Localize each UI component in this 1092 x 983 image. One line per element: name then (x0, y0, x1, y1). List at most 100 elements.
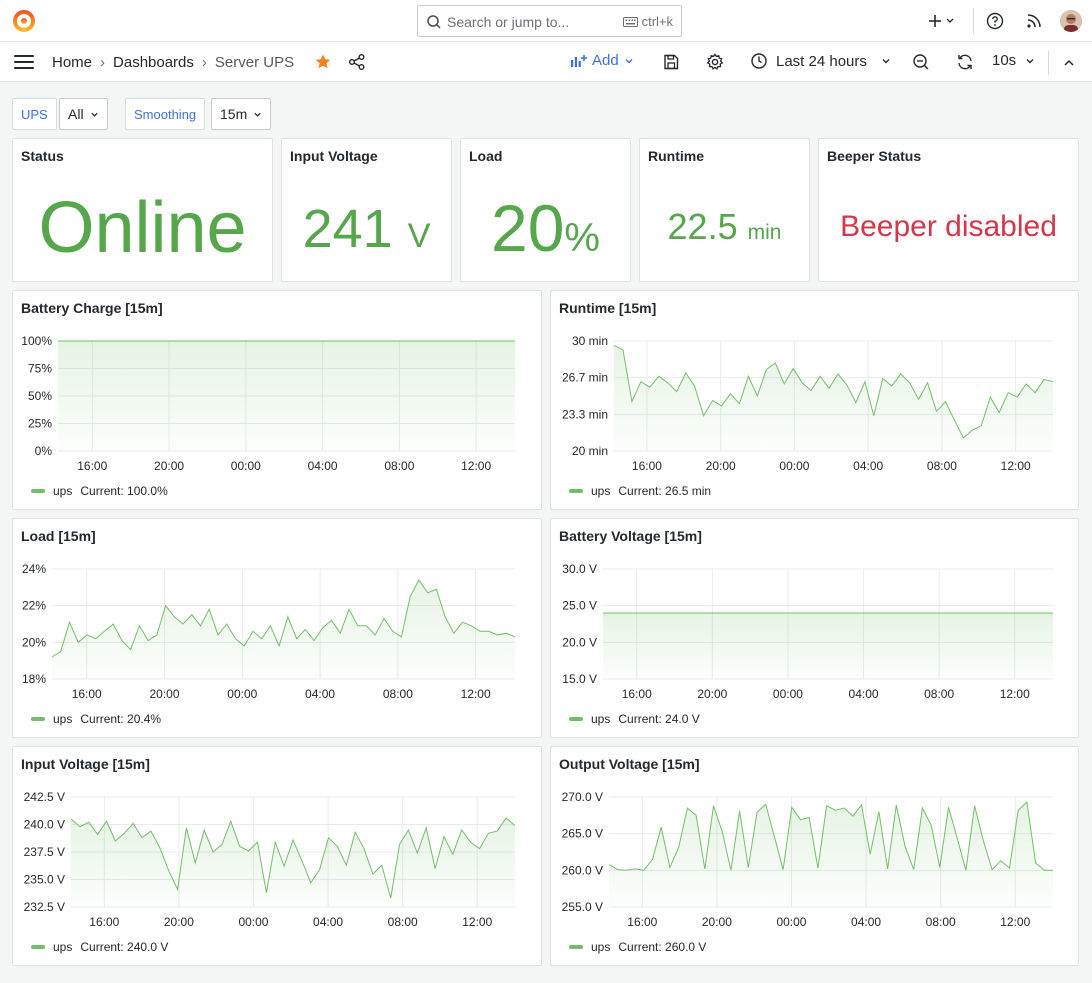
x-tick-label: 00:00 (227, 687, 257, 701)
chevron-down-icon (625, 58, 633, 63)
x-tick-label: 16:00 (89, 915, 119, 929)
ups-variable-value: All (68, 106, 84, 122)
x-tick-label: 20:00 (697, 687, 727, 701)
time-range-picker[interactable]: Last 24 hours (750, 52, 891, 70)
x-tick-label: 12:00 (461, 459, 491, 473)
y-tick-label: 20.0 V (562, 635, 597, 649)
settings-button[interactable] (706, 53, 724, 71)
legend-series-name: ups (591, 712, 611, 726)
output-voltage-panel[interactable]: Output Voltage [15m] 270.0 V 265.0 V 260.0… (550, 746, 1079, 966)
x-tick-label: 16:00 (77, 459, 107, 473)
grafana-logo-icon[interactable] (12, 9, 36, 33)
load-panel[interactable]: Load [15m] 24% 22% 20% 18% 16:00 20:00 00:00 04… (12, 518, 542, 738)
ups-variable-select[interactable]: All (59, 98, 108, 130)
input-voltage-value: 241 (302, 199, 393, 259)
y-tick-label: 255.0 V (562, 900, 603, 914)
share-button[interactable] (348, 53, 366, 71)
x-tick-label: 04:00 (851, 915, 881, 929)
collapse-button[interactable] (1062, 56, 1076, 70)
x-tick-label: 12:00 (1000, 687, 1030, 701)
search-input[interactable]: Search or jump to... ctrl+k (417, 5, 682, 37)
breadcrumb: Home › Dashboards › Server UPS (52, 54, 294, 71)
y-tick-label: 0% (35, 444, 53, 458)
x-tick-label: 04:00 (849, 687, 879, 701)
shortcut-text: ctrl+k (641, 14, 673, 29)
search-placeholder: Search or jump to... (447, 14, 570, 30)
x-tick-label: 04:00 (308, 459, 338, 473)
chart-legend[interactable]: ups Current: 24.0 V (569, 712, 700, 726)
chevron-down-icon (254, 112, 261, 117)
legend-series-name: ups (591, 484, 611, 498)
zoom-out-icon (913, 54, 929, 70)
add-label: Add (592, 52, 619, 69)
battery-charge-panel[interactable]: Battery Charge [15m] 100% 75% 50% 25% 0% 16:0… (12, 290, 542, 510)
menu-toggle-icon[interactable] (14, 55, 34, 69)
x-tick-label: 20:00 (706, 459, 736, 473)
beeper-status-panel[interactable]: Beeper Status Beeper disabled (818, 138, 1079, 282)
legend-series-name: ups (53, 940, 73, 954)
chart-legend[interactable]: ups Current: 240.0 V (31, 940, 168, 954)
news-button[interactable] (1024, 11, 1044, 31)
y-tick-label: 24% (22, 562, 46, 576)
chart-legend[interactable]: ups Current: 260.0 V (569, 940, 706, 954)
legend-current-value: Current: 240.0 V (80, 940, 169, 954)
chart-legend[interactable]: ups Current: 20.4% (31, 712, 161, 726)
add-panel-icon (571, 54, 587, 67)
topbar-divider (973, 8, 974, 34)
help-button[interactable] (985, 11, 1005, 31)
save-button[interactable] (662, 53, 680, 71)
load-stat-panel[interactable]: Load 20% (460, 138, 631, 282)
runtime-panel[interactable]: Runtime [15m] 30 min 26.7 min 23.3 min 20 m… (550, 290, 1079, 510)
chart-legend[interactable]: ups Current: 26.5 min (569, 484, 711, 498)
help-icon (986, 12, 1004, 30)
load-value: 20 (491, 191, 565, 265)
legend-swatch (569, 945, 583, 949)
battery-voltage-panel[interactable]: Battery Voltage [15m] 30.0 V 25.0 V 20.0 V… (550, 518, 1079, 738)
zoom-out-button[interactable] (912, 53, 930, 71)
avatar[interactable] (1060, 10, 1082, 32)
battery-voltage-chart: 30.0 V 25.0 V 20.0 V 15.0 V 16:00 20:00 00:00 0… (562, 562, 1053, 701)
refresh-button[interactable] (956, 53, 974, 71)
breadcrumb-home[interactable]: Home (52, 54, 92, 71)
keyboard-icon (622, 16, 638, 27)
panel-title: Input Voltage [15m] (21, 756, 150, 772)
panel-title: Runtime [15m] (559, 300, 657, 316)
y-tick-label: 260.0 V (562, 863, 603, 877)
legend-current-value: Current: 20.4% (80, 712, 162, 726)
refresh-interval-label: 10s (992, 52, 1017, 69)
y-tick-label: 15.0 V (562, 672, 597, 686)
dashboard-nav-bar: Home › Dashboards › Server UPS Add Last … (0, 42, 1092, 82)
add-button[interactable]: Add (570, 52, 634, 69)
status-value: Online (38, 188, 247, 268)
chevron-down-icon (90, 112, 98, 117)
input-voltage-stat-panel[interactable]: Input Voltage 241 V (281, 138, 452, 282)
breadcrumb-dashboards[interactable]: Dashboards (113, 54, 194, 71)
y-tick-label: 75% (28, 362, 52, 376)
chevron-right-icon: › (201, 54, 207, 71)
y-tick-label: 20 min (572, 444, 608, 458)
input-voltage-panel[interactable]: Input Voltage [15m] 242.5 V 240.0 V 237.5 … (12, 746, 542, 966)
refresh-interval-picker[interactable]: 10s (992, 52, 1035, 69)
input-voltage-chart: 242.5 V 240.0 V 237.5 V 235.0 V 232.5 V 16:00… (24, 790, 516, 929)
star-icon (315, 54, 331, 69)
search-shortcut: ctrl+k (622, 14, 673, 29)
status-panel[interactable]: Status Online (12, 138, 273, 282)
input-voltage-unit: V (407, 217, 431, 255)
x-tick-label: 16:00 (627, 915, 657, 929)
y-tick-label: 18% (22, 672, 46, 686)
smoothing-variable-select[interactable]: 15m (211, 98, 272, 130)
y-tick-label: 242.5 V (24, 790, 65, 804)
panel-title: Battery Voltage [15m] (559, 528, 702, 544)
runtime-stat-panel[interactable]: Runtime 22.5 min (639, 138, 810, 282)
new-menu-button[interactable] (926, 11, 958, 31)
save-icon (664, 54, 679, 70)
refresh-icon (958, 54, 972, 70)
star-button[interactable] (314, 53, 332, 71)
x-tick-label: 12:00 (461, 687, 491, 701)
legend-swatch (31, 945, 45, 949)
top-bar: Search or jump to... ctrl+k (0, 0, 1092, 42)
y-tick-label: 100% (21, 334, 52, 348)
x-tick-label: 16:00 (622, 687, 652, 701)
panel-title: Beeper Status (827, 148, 922, 164)
chart-legend[interactable]: ups Current: 100.0% (31, 484, 168, 498)
